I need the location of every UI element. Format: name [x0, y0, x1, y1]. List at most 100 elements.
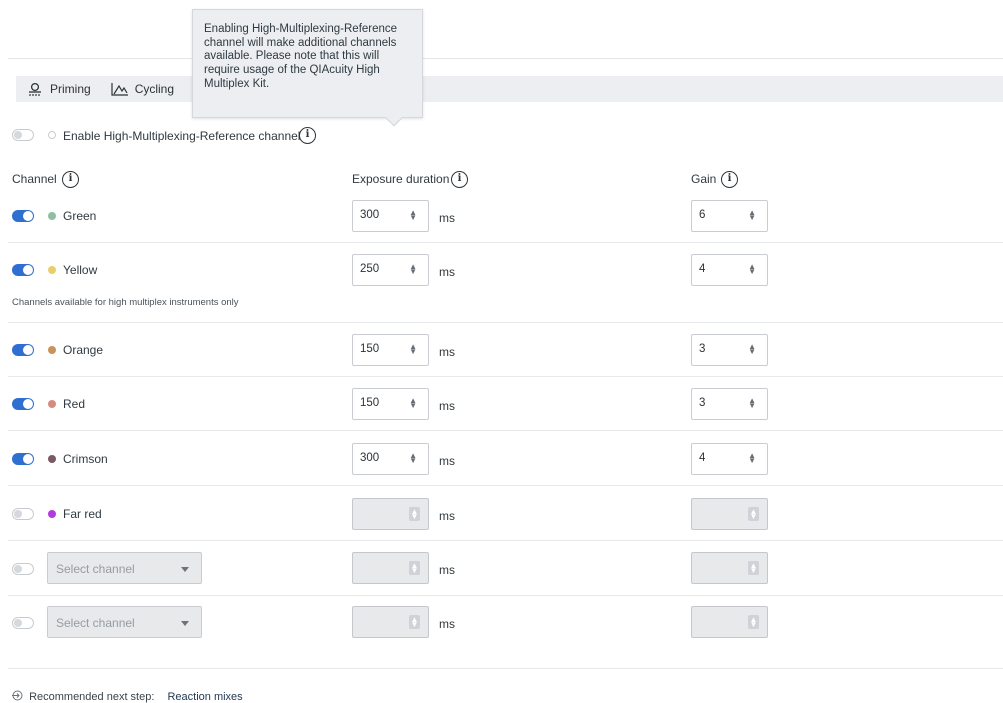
tab-priming[interactable]: Priming: [26, 76, 91, 102]
channel-name-red: Red: [63, 397, 86, 411]
spinner-arrows-icon[interactable]: ▲ ▼: [748, 397, 756, 410]
gain-input-extra-2[interactable]: ▲ ▼: [691, 606, 768, 638]
spinner-arrows-icon[interactable]: ▲ ▼: [748, 507, 759, 521]
channel-name-far-red: Far red: [63, 507, 102, 521]
next-step-prefix: Recommended next step:: [29, 691, 155, 703]
tooltip-arrow: [385, 109, 403, 127]
channel-dot-red: [48, 400, 56, 408]
channel-info-icon[interactable]: i: [62, 171, 79, 188]
exposure-value-red: 150: [360, 397, 380, 409]
hmr-info-icon[interactable]: i: [299, 127, 316, 144]
exposure-unit: ms: [439, 617, 455, 631]
channel-toggle-orange[interactable]: [12, 344, 34, 356]
spinner-arrows-icon[interactable]: ▲ ▼: [409, 452, 417, 465]
exposure-input-far-red[interactable]: ▲ ▼: [352, 498, 429, 530]
exposure-input-green[interactable]: 300 ▲ ▼: [352, 200, 429, 232]
step-tab-bar: Priming Cycling: [16, 76, 1003, 102]
exposure-value-crimson: 300: [360, 452, 380, 464]
exposure-value-orange: 150: [360, 343, 380, 355]
gain-value-orange: 3: [699, 343, 706, 355]
gain-input-yellow[interactable]: 4 ▲ ▼: [691, 254, 768, 286]
channel-toggle-extra-1[interactable]: [12, 563, 34, 575]
exposure-unit: ms: [439, 345, 455, 359]
spinner-arrows-icon[interactable]: ▲ ▼: [409, 397, 417, 410]
exposure-unit: ms: [439, 454, 455, 468]
next-step-icon: [12, 690, 23, 701]
row-divider: [8, 595, 1003, 596]
channel-toggle-extra-2[interactable]: [12, 617, 34, 629]
spinner-arrows-icon[interactable]: ▲ ▼: [409, 615, 420, 629]
gain-input-extra-1[interactable]: ▲ ▼: [691, 552, 768, 584]
channel-header-label: Channel: [12, 172, 57, 186]
row-divider: [8, 242, 1003, 243]
channel-toggle-yellow[interactable]: [12, 264, 34, 276]
channel-dot-crimson: [48, 455, 56, 463]
hmr-tooltip: Enabling High-Multiplexing-Reference cha…: [192, 9, 423, 127]
spinner-arrows-icon[interactable]: ▲ ▼: [748, 209, 756, 222]
channel-select-placeholder: Select channel: [56, 562, 135, 576]
spinner-arrows-icon[interactable]: ▲ ▼: [748, 615, 759, 629]
channel-name-green: Green: [63, 209, 97, 223]
channel-name-crimson: Crimson: [63, 452, 108, 466]
top-divider: [8, 58, 1003, 59]
exposure-input-yellow[interactable]: 250 ▲ ▼: [352, 254, 429, 286]
exposure-value-green: 300: [360, 209, 380, 221]
gain-input-orange[interactable]: 3 ▲ ▼: [691, 334, 768, 366]
exposure-unit: ms: [439, 563, 455, 577]
channel-header: Channel: [12, 172, 57, 186]
spinner-arrows-icon[interactable]: ▲ ▼: [748, 561, 759, 575]
channel-select-1[interactable]: Select channel: [47, 552, 202, 584]
exposure-header-label: Exposure duration: [352, 172, 450, 186]
gain-info-icon[interactable]: i: [721, 171, 738, 188]
hmr-tooltip-text: Enabling High-Multiplexing-Reference cha…: [204, 23, 398, 90]
spinner-arrows-icon[interactable]: ▲ ▼: [409, 209, 417, 222]
exposure-input-red[interactable]: 150 ▲ ▼: [352, 388, 429, 420]
spinner-arrows-icon[interactable]: ▲ ▼: [409, 561, 420, 575]
exposure-header: Exposure duration: [352, 172, 449, 186]
exposure-input-orange[interactable]: 150 ▲ ▼: [352, 334, 429, 366]
tab-cycling[interactable]: Cycling: [111, 76, 174, 102]
gain-value-green: 6: [699, 209, 706, 221]
spinner-arrows-icon[interactable]: ▲ ▼: [748, 343, 756, 356]
row-divider: [8, 322, 1003, 323]
next-step-link[interactable]: Reaction mixes: [167, 691, 242, 703]
exposure-unit: ms: [439, 211, 455, 225]
hmr-label: Enable High-Multiplexing-Reference chann…: [63, 129, 301, 143]
gain-value-red: 3: [699, 397, 706, 409]
exposure-input-extra-2[interactable]: ▲ ▼: [352, 606, 429, 638]
channel-name-yellow: Yellow: [63, 263, 98, 277]
channel-dot-yellow: [48, 266, 56, 274]
spinner-arrows-icon[interactable]: ▲ ▼: [409, 507, 420, 521]
channel-name-orange: Orange: [63, 343, 104, 357]
exposure-info-icon[interactable]: i: [451, 171, 468, 188]
spinner-arrows-icon[interactable]: ▲ ▼: [748, 452, 756, 465]
priming-icon: [29, 82, 41, 96]
channel-toggle-red[interactable]: [12, 398, 34, 410]
channel-toggle-far-red[interactable]: [12, 508, 34, 520]
cycling-icon: [111, 83, 128, 96]
channel-select-2[interactable]: Select channel: [47, 606, 202, 638]
spinner-arrows-icon[interactable]: ▲ ▼: [409, 343, 417, 356]
gain-value-crimson: 4: [699, 452, 706, 464]
exposure-input-crimson[interactable]: 300 ▲ ▼: [352, 443, 429, 475]
exposure-unit: ms: [439, 265, 455, 279]
row-divider: [8, 540, 1003, 541]
gain-input-far-red[interactable]: ▲ ▼: [691, 498, 768, 530]
exposure-input-extra-1[interactable]: ▲ ▼: [352, 552, 429, 584]
channel-toggle-green[interactable]: [12, 210, 34, 222]
row-divider: [8, 376, 1003, 377]
channel-toggle-crimson[interactable]: [12, 453, 34, 465]
exposure-unit: ms: [439, 399, 455, 413]
high-multiplex-note: Channels available for high multiplex in…: [12, 297, 239, 308]
gain-input-crimson[interactable]: 4 ▲ ▼: [691, 443, 768, 475]
spinner-arrows-icon[interactable]: ▲ ▼: [748, 263, 756, 276]
gain-header-label: Gain: [691, 172, 717, 186]
channel-dot-far-red: [48, 510, 56, 518]
gain-value-yellow: 4: [699, 263, 706, 275]
exposure-value-yellow: 250: [360, 263, 380, 275]
spinner-arrows-icon[interactable]: ▲ ▼: [409, 263, 417, 276]
row-divider: [8, 430, 1003, 431]
gain-input-green[interactable]: 6 ▲ ▼: [691, 200, 768, 232]
hmr-toggle[interactable]: [12, 129, 34, 141]
gain-input-red[interactable]: 3 ▲ ▼: [691, 388, 768, 420]
